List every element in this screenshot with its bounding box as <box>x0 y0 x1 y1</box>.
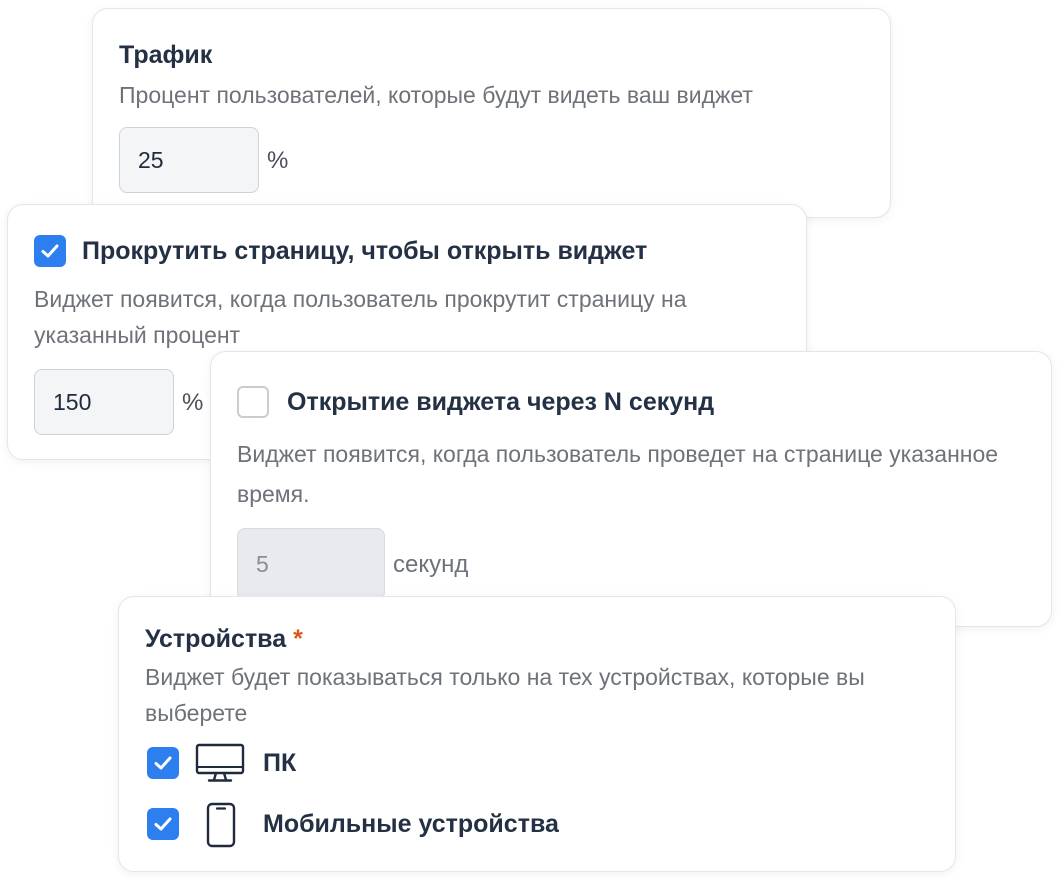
checkmark-icon <box>154 817 172 831</box>
delay-trigger-card: Открытие виджета через N секунд Виджет п… <box>210 351 1052 627</box>
device-desktop-checkbox[interactable] <box>147 747 179 779</box>
desktop-icon <box>195 743 245 782</box>
traffic-percent-input[interactable]: 25 <box>119 127 259 193</box>
scroll-trigger-title: Прокрутить страницу, чтобы открыть видже… <box>82 237 648 265</box>
required-mark: * <box>293 625 303 653</box>
traffic-title: Трафик <box>119 41 213 69</box>
mobile-phone-icon <box>206 802 236 848</box>
delay-trigger-checkbox[interactable] <box>237 386 269 418</box>
scroll-trigger-checkbox[interactable] <box>34 235 66 267</box>
scroll-trigger-description: Виджет появится, когда пользователь прок… <box>34 286 687 348</box>
device-mobile-label: Мобильные устройства <box>263 810 559 838</box>
checkmark-icon <box>41 244 59 258</box>
traffic-description: Процент пользователей, которые будут вид… <box>119 82 753 108</box>
delay-unit: секунд <box>393 551 469 578</box>
devices-title-text: Устройства <box>145 625 287 653</box>
traffic-card: Трафик Процент пользователей, которые бу… <box>92 8 891 218</box>
delay-trigger-description: Виджет появится, когда пользователь пров… <box>237 441 999 507</box>
scroll-percent-input[interactable]: 150 <box>34 369 174 435</box>
devices-title: Устройства * <box>145 625 303 654</box>
delay-seconds-input[interactable]: 5 <box>237 528 385 600</box>
checkmark-icon <box>154 756 172 770</box>
traffic-unit: % <box>267 147 289 174</box>
scroll-unit: % <box>182 389 204 416</box>
device-desktop-label: ПК <box>263 749 297 777</box>
devices-description: Виджет будет показываться только на тех … <box>145 664 865 726</box>
delay-trigger-title: Открытие виджета через N секунд <box>287 388 715 416</box>
devices-card: Устройства * Виджет будет показываться т… <box>118 596 956 872</box>
device-mobile-checkbox[interactable] <box>147 808 179 840</box>
